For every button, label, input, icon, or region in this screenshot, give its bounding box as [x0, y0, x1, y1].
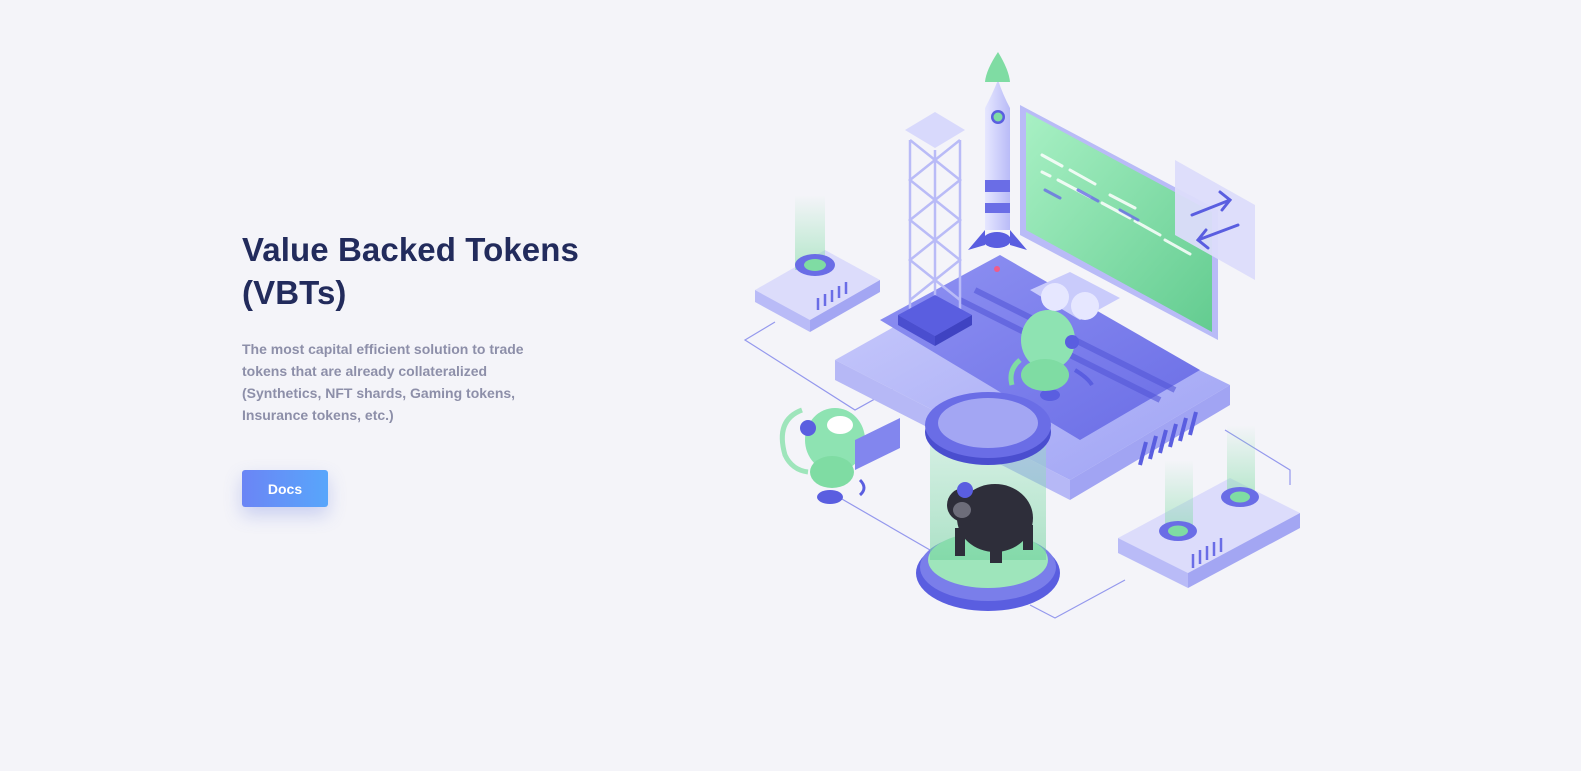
title-line-1: Value Backed Tokens: [242, 231, 579, 268]
server-left-icon: [755, 195, 880, 332]
page-title: Value Backed Tokens (VBTs): [242, 228, 582, 314]
page: Value Backed Tokens (VBTs) The most capi…: [0, 0, 1581, 771]
gorilla-tube: [916, 392, 1060, 611]
hero-section: Value Backed Tokens (VBTs) The most capi…: [242, 228, 582, 426]
rocket-icon: [968, 52, 1027, 272]
hero-illustration: [743, 52, 1300, 619]
title-line-2: (VBTs): [242, 274, 347, 311]
docs-button[interactable]: Docs: [242, 470, 328, 507]
robot-left-icon: [779, 407, 900, 504]
hero-description: The most capital efficient solution to t…: [242, 341, 524, 423]
